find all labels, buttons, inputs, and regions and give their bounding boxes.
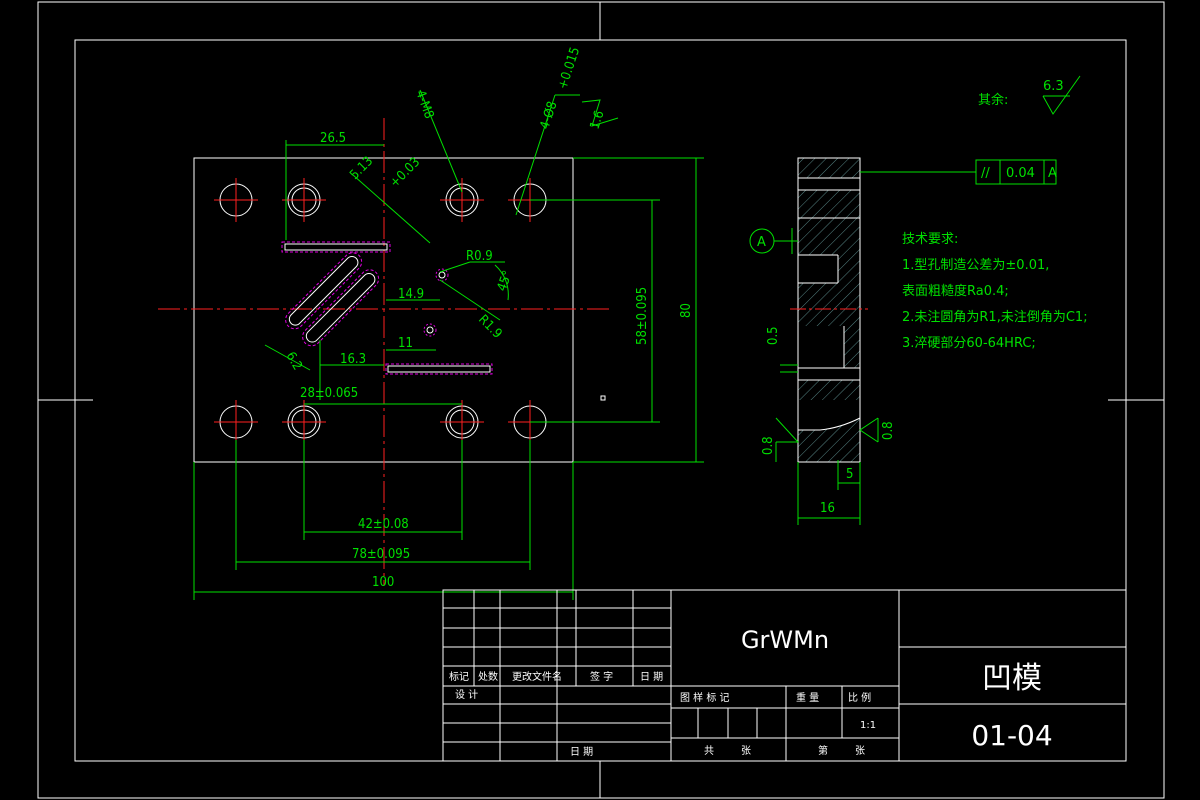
dim-26-5: 26.5 — [320, 131, 346, 146]
rev-header: 日 期 — [640, 671, 663, 683]
requirement-line: 表面粗糙度Ra0.4; — [902, 283, 1009, 299]
dim-16-3: 16.3 — [340, 352, 366, 367]
callout-holes-b: 4-Ø8 — [538, 100, 561, 132]
total-label: 共 — [704, 745, 714, 757]
roughness-symbol-right: 0.8 — [859, 417, 896, 443]
sheet-no-label: 第 — [818, 744, 828, 757]
dim-6-2: 6.2 — [283, 350, 305, 374]
info-header: 重 量 — [796, 691, 819, 704]
dim-5-13-tol: +0.03 — [387, 155, 423, 191]
screw-hole — [214, 178, 258, 222]
scale-value: 1:1 — [860, 720, 876, 731]
technical-requirements: 技术要求: 1.型孔制造公差为±0.01, 表面粗糙度Ra0.4; 2.未注圆角… — [902, 232, 1088, 351]
material-name: GrWMn — [741, 626, 829, 654]
dim-100: 100 — [372, 575, 394, 590]
svg-text:0.8: 0.8 — [881, 421, 896, 440]
rev-header: 标记 — [449, 671, 469, 683]
title-block: 标记 处数 更改文件名 签 字 日 期 设 计 日 期 GrWMn 图 样 标 … — [442, 589, 1127, 762]
plan-view: 26.5 5.13 +0.03 4-M8 4-Ø8 +0.015 R0.9 45… — [158, 45, 704, 600]
rev-header: 更改文件名 — [512, 670, 562, 683]
plan-dimension-text: 26.5 5.13 +0.03 4-M8 4-Ø8 +0.015 R0.9 45… — [283, 45, 694, 590]
roughness-other-value: 6.3 — [1043, 79, 1064, 94]
dim-16: 16 — [820, 501, 835, 516]
dim-28: 28±0.065 — [300, 386, 358, 401]
dim-78: 78±0.095 — [352, 547, 410, 562]
dim-42: 42±0.08 — [358, 517, 409, 532]
tolerance-value: 0.04 — [1006, 166, 1035, 181]
pin-hole — [440, 400, 484, 444]
dim-0-5: 0.5 — [766, 326, 781, 345]
dim-80: 80 — [679, 303, 694, 318]
rev-header: 签 字 — [590, 670, 613, 683]
tolerance-frame: // 0.04 A — [860, 159, 1057, 185]
info-header: 比 例 — [848, 691, 871, 704]
dim-45-deg: 45° — [495, 269, 516, 294]
part-name: 凹模 — [982, 661, 1042, 696]
dim-11: 11 — [398, 336, 413, 351]
datum-a-marker: A — [749, 228, 798, 254]
cad-drawing-sheet: 26.5 5.13 +0.03 4-M8 4-Ø8 +0.015 R0.9 45… — [37, 1, 1165, 799]
requirement-line: 3.淬硬部分60-64HRC; — [902, 336, 1036, 351]
roughness-symbol-left: 0.8 — [761, 417, 800, 462]
roughness-symbol-holes: 1.6 — [581, 99, 619, 131]
screw-hole — [214, 400, 258, 444]
tolerance-symbol: // — [981, 166, 990, 181]
sheet-unit-label: 张 — [855, 745, 865, 757]
callout-holes-a: 4-M8 — [412, 88, 436, 121]
pin-hole — [282, 178, 326, 222]
requirement-line: 2.未注圆角为R1,未注倒角为C1; — [902, 310, 1088, 325]
plan-dimensions — [193, 89, 704, 600]
roughness-other-label: 其余: — [978, 92, 1008, 108]
dim-14-9: 14.9 — [398, 287, 424, 302]
requirements-heading: 技术要求: — [902, 232, 958, 247]
svg-text:1.6: 1.6 — [588, 109, 608, 131]
info-header: 图 样 标 记 — [680, 691, 730, 704]
pin-hole — [440, 178, 484, 222]
rev-header: 处数 — [478, 670, 498, 683]
drawing-number: 01-04 — [971, 719, 1052, 752]
datum-letter: A — [757, 235, 766, 250]
sheets-label: 张 — [741, 745, 751, 757]
dim-5: 5 — [846, 467, 853, 482]
design-label: 设 计 — [455, 688, 478, 701]
roughness-other: 其余: 6.3 — [978, 75, 1081, 115]
dim-r1-9: R1.9 — [475, 312, 504, 341]
dim-58: 58±0.095 — [635, 287, 650, 345]
svg-text:0.8: 0.8 — [761, 436, 776, 455]
pin-hole — [282, 400, 326, 444]
requirement-line: 1.型孔制造公差为±0.01, — [902, 258, 1049, 273]
date-label: 日 期 — [570, 746, 593, 758]
dim-r0-9: R0.9 — [466, 249, 493, 264]
tolerance-datum: A — [1048, 166, 1057, 181]
callout-holes-b-tol: +0.015 — [556, 45, 584, 91]
die-cavity — [281, 241, 606, 401]
